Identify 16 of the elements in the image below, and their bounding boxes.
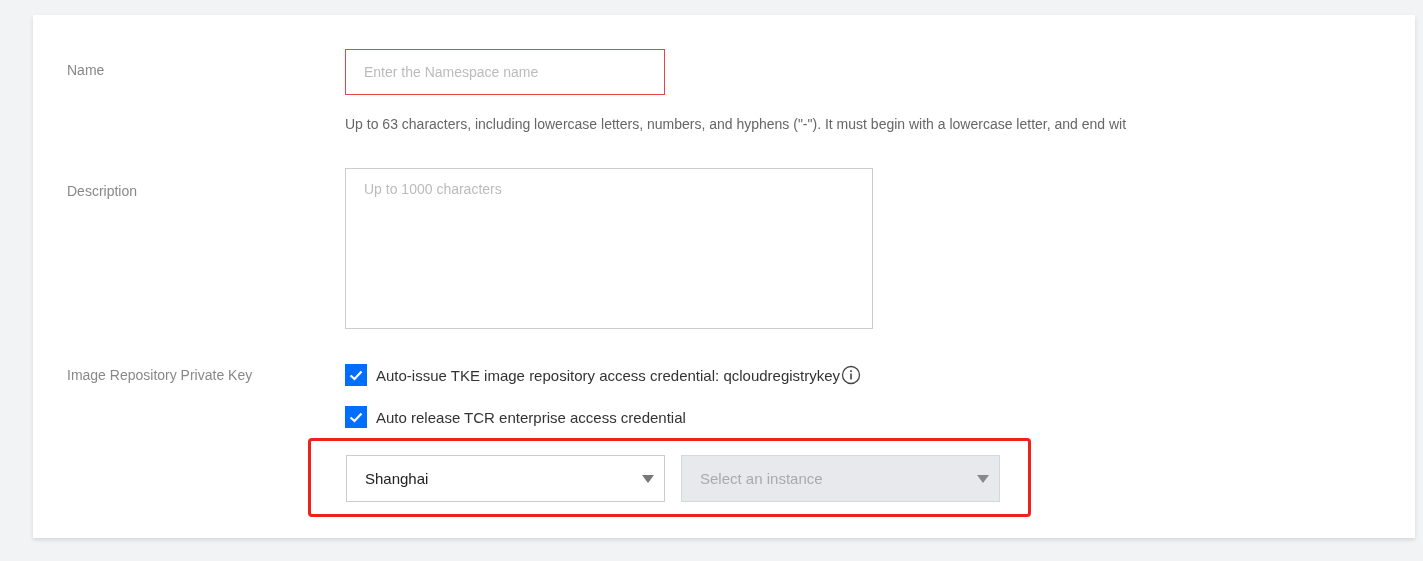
- field-label: Image Repository Private Key: [67, 366, 254, 385]
- field-label: Name: [67, 61, 106, 80]
- select-dropdown[interactable]: Shanghai: [346, 455, 665, 502]
- hint-text: Up to 63 characters, including lowercase letters, numbers, and hyphens ("-"). It must begin with a lowercase letter, and end wit: [345, 116, 1128, 132]
- caret-icon: [977, 474, 989, 483]
- check-icon: [349, 369, 363, 381]
- checkbox[interactable]: [345, 406, 367, 428]
- checkbox-label: Auto release TCR enterprise access credential: [376, 408, 686, 426]
- checkbox-label: Auto-issue TKE image repository access credential: qcloudregistrykey: [376, 366, 841, 384]
- caret-icon: [642, 474, 654, 483]
- info-icon[interactable]: [841, 365, 862, 385]
- check-icon: [349, 411, 363, 423]
- checkbox[interactable]: [345, 364, 367, 386]
- field-label: Description: [67, 182, 139, 201]
- name-input[interactable]: Enter the Namespace name: [345, 49, 665, 95]
- description-field[interactable]: Up to 1000 characters: [345, 168, 873, 329]
